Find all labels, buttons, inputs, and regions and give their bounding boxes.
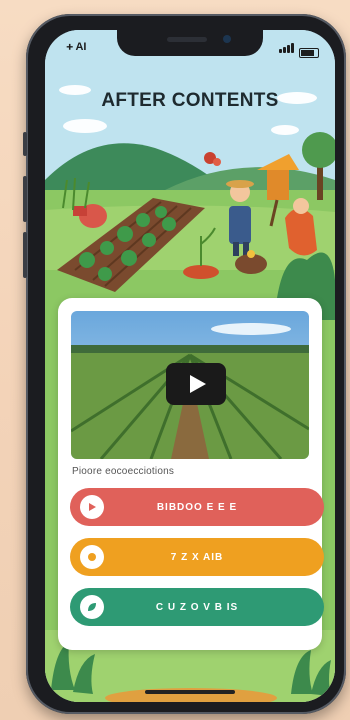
status-carrier: ᚐ AI xyxy=(67,41,87,53)
phone-volume-down xyxy=(23,232,27,278)
play-icon xyxy=(80,495,104,519)
phone-side-button xyxy=(23,132,27,156)
video-player[interactable] xyxy=(71,311,309,459)
action-button-2-label: 7 Z X AIB xyxy=(170,551,224,563)
speaker-grille xyxy=(167,37,207,42)
phone-volume-up xyxy=(23,176,27,222)
battery-icon xyxy=(299,48,319,58)
phone-notch xyxy=(117,30,263,56)
action-button-3[interactable]: C U Z O V B IS xyxy=(70,588,324,626)
signal-icon xyxy=(279,40,295,58)
action-button-1[interactable]: BIBDOO E E E xyxy=(70,488,324,526)
home-indicator[interactable] xyxy=(145,690,235,694)
content-card: Pioore eocoecciotions BIBDOO E E E 7 Z X… xyxy=(58,298,324,650)
leaf-icon xyxy=(80,595,104,619)
play-button[interactable] xyxy=(166,363,226,405)
action-button-2[interactable]: 7 Z X AIB xyxy=(70,538,324,576)
phone-screen: ᚐ AI AFTER CONTENTS Pioore eocoecciotion… xyxy=(45,30,335,702)
action-button-3-label: C U Z O V B IS xyxy=(155,601,239,613)
front-camera xyxy=(223,35,231,43)
action-button-1-label: BIBDOO E E E xyxy=(156,501,238,513)
video-caption: Pioore eocoecciotions xyxy=(72,466,175,477)
circle-icon xyxy=(80,545,104,569)
page-title: AFTER CONTENTS xyxy=(101,90,279,111)
status-icons xyxy=(279,40,319,58)
